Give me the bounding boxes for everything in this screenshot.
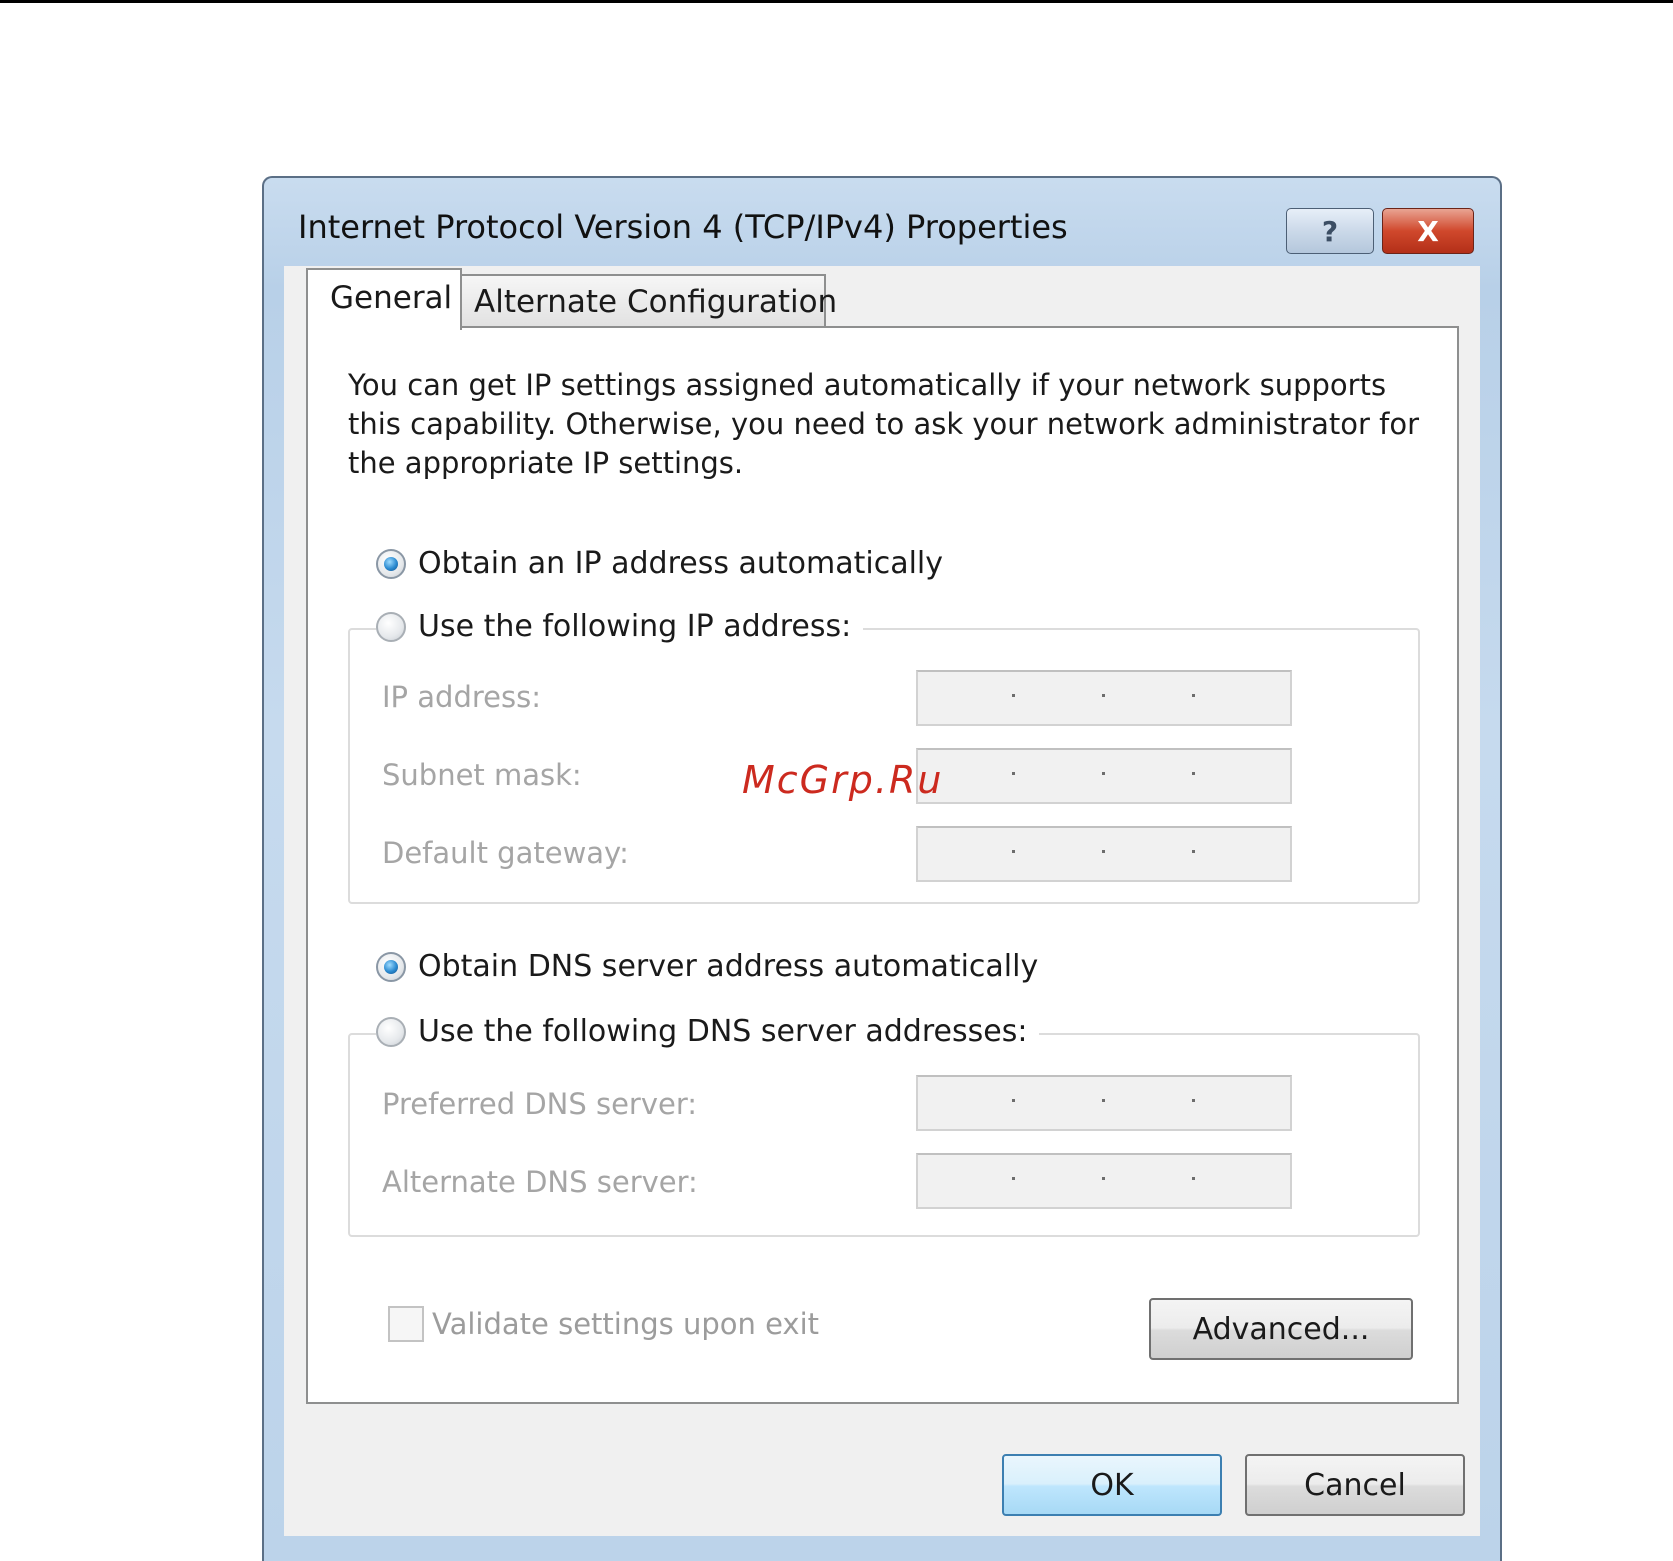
dialog-client-area: General Alternate Configuration You can …: [284, 266, 1480, 1536]
close-icon: X: [1417, 214, 1439, 248]
ok-button[interactable]: OK: [1002, 1454, 1222, 1516]
alternate-dns-label: Alternate DNS server:: [382, 1165, 698, 1199]
radio-label: Use the following DNS server addresses:: [418, 1014, 1028, 1049]
default-gateway-field[interactable]: [916, 826, 1292, 882]
subnet-mask-field[interactable]: [916, 748, 1292, 804]
window-title: Internet Protocol Version 4 (TCP/IPv4) P…: [298, 208, 1068, 246]
alternate-dns-field[interactable]: [916, 1153, 1292, 1209]
advanced-button[interactable]: Advanced...: [1149, 1298, 1413, 1360]
cancel-button[interactable]: Cancel: [1245, 1454, 1465, 1516]
preferred-dns-field[interactable]: [916, 1075, 1292, 1131]
radio-button-icon: [376, 951, 406, 982]
help-icon: ?: [1321, 214, 1339, 248]
radio-label: Obtain an IP address automatically: [418, 546, 944, 581]
general-tab-panel: You can get IP settings assigned automat…: [306, 326, 1459, 1404]
validate-settings-checkbox[interactable]: Validate settings upon exit: [388, 1306, 819, 1342]
default-gateway-label: Default gateway:: [382, 836, 629, 870]
help-button[interactable]: ?: [1286, 208, 1374, 254]
close-button[interactable]: X: [1382, 208, 1474, 254]
radio-use-following-ip[interactable]: Use the following IP address:: [376, 609, 864, 644]
intro-text: You can get IP settings assigned automat…: [348, 368, 1420, 480]
watermark-logo: McGrp.Ru: [742, 758, 944, 802]
validate-settings-label: Validate settings upon exit: [432, 1307, 819, 1341]
radio-label: Obtain DNS server address automatically: [418, 949, 1039, 984]
radio-button-icon: [376, 548, 406, 579]
radio-button-icon: [376, 1016, 406, 1047]
radio-obtain-ip-auto[interactable]: Obtain an IP address automatically: [376, 546, 956, 581]
checkbox-box: [388, 1306, 424, 1342]
preferred-dns-label: Preferred DNS server:: [382, 1087, 698, 1121]
ip-address-field[interactable]: [916, 670, 1292, 726]
properties-dialog: Internet Protocol Version 4 (TCP/IPv4) P…: [262, 176, 1502, 1561]
radio-label: Use the following IP address:: [418, 609, 852, 644]
radio-use-following-dns[interactable]: Use the following DNS server addresses:: [376, 1014, 1040, 1049]
top-rule: [0, 0, 1673, 3]
radio-button-icon: [376, 611, 406, 642]
radio-obtain-dns-auto[interactable]: Obtain DNS server address automatically: [376, 949, 1051, 984]
tab-general[interactable]: General: [306, 268, 462, 330]
dns-server-group: Preferred DNS server: Alternate DNS serv…: [348, 1033, 1420, 1237]
tab-alternate-configuration[interactable]: Alternate Configuration: [460, 274, 837, 328]
ip-address-label: IP address:: [382, 680, 541, 714]
subnet-mask-label: Subnet mask:: [382, 758, 582, 792]
